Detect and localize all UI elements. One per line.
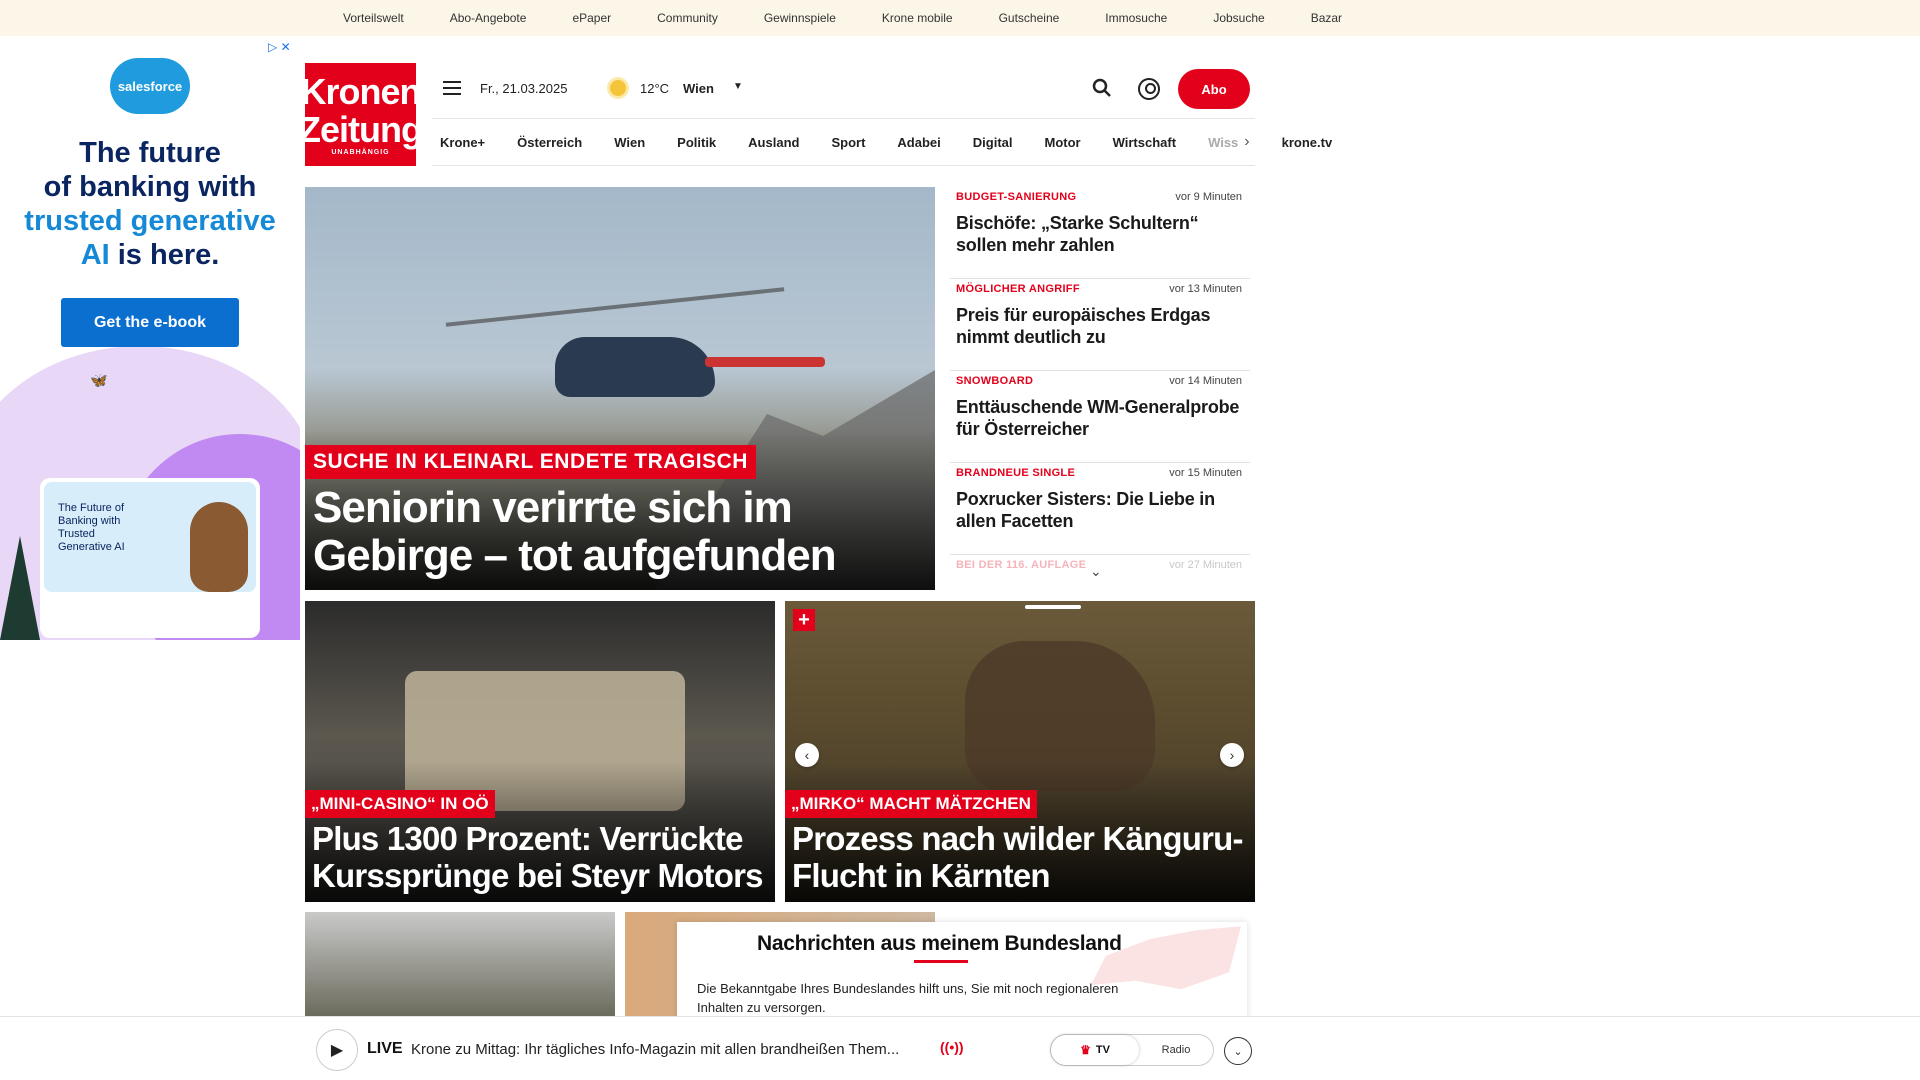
sun-icon (610, 80, 626, 96)
ad-ebook-cover: The Future of Banking with Trusted Gener… (44, 482, 256, 592)
list-item[interactable]: Brandneue Single vor 15 Minuten Poxrucke… (950, 463, 1250, 555)
chevron-right-icon[interactable]: › (1244, 133, 1249, 151)
adchoices-icon[interactable]: ▷ ✕ (268, 40, 291, 54)
chevron-down-icon[interactable]: ⌄ (1090, 563, 1102, 580)
nav-item-politik[interactable]: Politik (669, 135, 716, 150)
card-kicker: „Mirko“ macht Mätzchen (785, 790, 1037, 818)
utility-link-jobsuche[interactable]: Jobsuche (1213, 11, 1264, 25)
ad-cta-button[interactable]: Get the e-book (61, 298, 239, 347)
chevron-down-icon[interactable]: ▼ (733, 81, 743, 92)
article-card-steyr[interactable]: „Mini-Casino“ in OÖ Plus 1300 Prozent: V… (305, 601, 775, 902)
news-time: vor 14 Minuten (1169, 375, 1242, 387)
utility-link-epaper[interactable]: ePaper (572, 11, 611, 25)
utility-link-gewinnspiele[interactable]: Gewinnspiele (764, 11, 836, 25)
tv-option[interactable]: ♛ TV (1051, 1035, 1139, 1065)
nav-item-truncated[interactable]: Wiss (1200, 135, 1238, 150)
list-item[interactable]: Budget-Sanierung vor 9 Minuten Bischöfe:… (950, 187, 1250, 279)
current-date: Fr., 21.03.2025 (480, 81, 568, 96)
nav-item-wien[interactable]: Wien (606, 135, 645, 150)
ad-headline-line: trusted generative (24, 205, 276, 237)
utility-link-community[interactable]: Community (657, 11, 718, 25)
nav-item-digital[interactable]: Digital (965, 135, 1013, 150)
ad-headline-tail: is here. (117, 239, 220, 271)
nav-item-ausland[interactable]: Ausland (740, 135, 799, 150)
search-icon[interactable] (1090, 76, 1114, 100)
bundesland-prompt-title: Nachrichten aus meinem Bundesland (757, 932, 1122, 955)
hero-image-rotor (445, 287, 785, 327)
hero-kicker: Suche in Kleinarl endete tragisch (305, 445, 756, 479)
card-kicker: „Mini-Casino“ in OÖ (305, 790, 495, 818)
kronen-zeitung-logo[interactable]: Kronen Zeitung UNABHÄNGIG (299, 63, 423, 166)
news-time: vor 13 Minuten (1169, 283, 1242, 295)
utility-bar: Vorteilswelt Abo-Angebote ePaper Communi… (0, 0, 1920, 36)
nav-item-adabei[interactable]: Adabei (889, 135, 940, 150)
logo-tagline: UNABHÄNGIG (331, 148, 390, 156)
utility-link-gutscheine[interactable]: Gutscheine (999, 11, 1060, 25)
ad-headline: The future of banking with trusted gener… (10, 136, 290, 272)
news-time: vor 9 Minuten (1175, 191, 1242, 203)
article-card-kaenguru[interactable]: + ‹ › „Mirko“ macht Mätzchen Prozess nac… (785, 601, 1255, 902)
utility-link-abo-angebote[interactable]: Abo-Angebote (450, 11, 527, 25)
news-time: vor 15 Minuten (1169, 467, 1242, 479)
chevron-down-icon[interactable]: ⌄ (1224, 1037, 1252, 1065)
abo-button[interactable]: Abo (1178, 69, 1250, 109)
main-navigation: Krone+ Österreich Wien Politik Ausland S… (432, 118, 1332, 166)
tv-option-label: TV (1095, 1044, 1110, 1056)
ad-banner[interactable]: ▷ ✕ salesforce The future of banking wit… (0, 36, 300, 640)
mascot-illustration (190, 502, 248, 592)
live-label: LIVE (367, 1040, 403, 1057)
play-icon[interactable]: ▶ (316, 1029, 358, 1071)
radio-option[interactable]: Radio (1139, 1035, 1213, 1065)
broadcast-icon: ((•)) (940, 1039, 964, 1055)
ad-headline-highlight: AI (80, 239, 110, 271)
utility-link-bazar[interactable]: Bazar (1311, 11, 1342, 25)
user-icon[interactable] (1138, 78, 1160, 100)
ad-headline-line: AI is here. (10, 238, 290, 272)
news-headline[interactable]: Bischöfe: „Starke Schultern“ sollen mehr… (956, 212, 1244, 256)
nav-item-krone-plus[interactable]: Krone+ (432, 135, 485, 150)
bundesland-prompt-text: Die Bekanntgabe Ihres Bundeslandes hilft… (697, 981, 1119, 1015)
krone-plus-icon: + (793, 609, 815, 631)
hero-image-helicopter (555, 337, 825, 397)
card-title[interactable]: Prozess nach wilder Känguru-Flucht in Kä… (792, 820, 1252, 894)
temperature: 12°C (640, 81, 670, 96)
utility-link-krone-mobile[interactable]: Krone mobile (882, 11, 953, 25)
news-time: vor 27 Minuten (1169, 559, 1242, 571)
hero-article[interactable]: Suche in Kleinarl endete tragisch Senior… (305, 187, 935, 590)
nav-item-motor[interactable]: Motor (1037, 135, 1081, 150)
menu-icon[interactable] (443, 81, 461, 95)
logo-line: Kronen (300, 70, 422, 112)
carousel-indicator (1025, 605, 1081, 609)
card-title[interactable]: Plus 1300 Prozent: Verrückte Kurssprünge… (312, 820, 772, 894)
tv-radio-toggle[interactable]: ♛ TV Radio (1050, 1034, 1214, 1066)
logo-line: Zeitung (299, 108, 423, 150)
list-item[interactable]: Möglicher Angriff vor 13 Minuten Preis f… (950, 279, 1250, 371)
news-headline[interactable]: Preis für europäisches Erdgas nimmt deut… (956, 304, 1244, 348)
news-headline[interactable]: Poxrucker Sisters: Die Liebe in allen Fa… (956, 488, 1244, 532)
nav-item-oesterreich[interactable]: Österreich (509, 135, 582, 150)
live-player-bar: ▶ LIVE Krone zu Mittag: Ihr tägliches In… (0, 1016, 1920, 1080)
utility-link-vorteilswelt[interactable]: Vorteilswelt (343, 11, 404, 25)
salesforce-logo: salesforce (110, 58, 190, 114)
utility-link-immosuche[interactable]: Immosuche (1105, 11, 1167, 25)
ad-ebook-title: The Future of Banking with Trusted Gener… (58, 502, 125, 553)
butterfly-icon: 🦋 (90, 372, 108, 388)
nav-item-sport[interactable]: Sport (823, 135, 865, 150)
ad-ebook-card: The Future of Banking with Trusted Gener… (40, 478, 260, 638)
nav-item-krone-tv[interactable]: krone.tv (1274, 135, 1333, 150)
city-selector[interactable]: Wien (683, 81, 714, 96)
hero-title[interactable]: Seniorin verirrte sich im Gebirge – tot … (313, 484, 923, 580)
live-program-title[interactable]: Krone zu Mittag: Ihr tägliches Info-Maga… (411, 1041, 931, 1058)
nav-item-wirtschaft[interactable]: Wirtschaft (1105, 135, 1176, 150)
news-headline[interactable]: Enttäuschende WM-Generalprobe für Österr… (956, 396, 1244, 440)
ad-headline-line: The future (79, 137, 221, 169)
latest-news-list: Budget-Sanierung vor 9 Minuten Bischöfe:… (950, 187, 1250, 590)
title-underline (914, 960, 968, 963)
list-item[interactable]: Snowboard vor 14 Minuten Enttäuschende W… (950, 371, 1250, 463)
crown-icon: ♛ (1080, 1043, 1091, 1057)
ad-headline-line: of banking with (43, 171, 257, 203)
